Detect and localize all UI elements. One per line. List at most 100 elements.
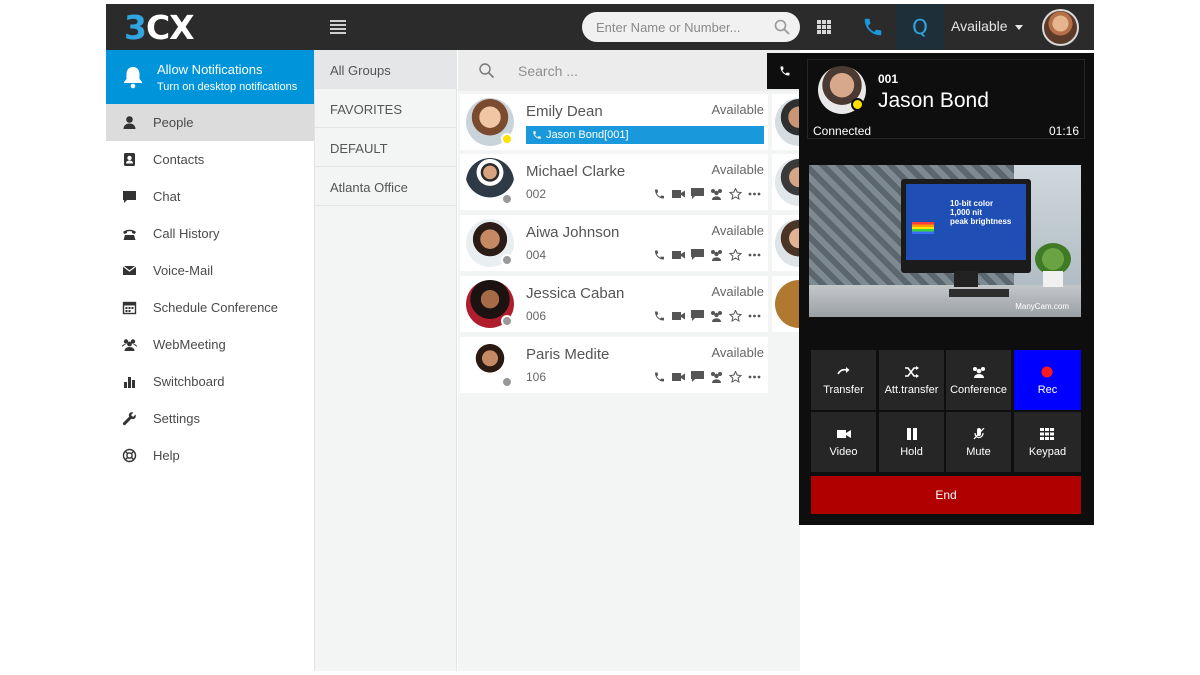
video-icon[interactable]	[672, 310, 685, 322]
call-state: Connected	[813, 124, 872, 138]
contacts-search-input[interactable]	[518, 60, 718, 82]
chat-icon[interactable]	[691, 188, 704, 200]
shuffle-icon	[905, 366, 919, 378]
star-icon[interactable]	[729, 310, 742, 322]
contact-name: Michael Clarke	[526, 163, 626, 180]
phone-icon	[780, 66, 790, 76]
active-call-label: Jason Bond[001]	[546, 129, 629, 141]
contacts-icon	[124, 153, 135, 166]
keypad-button[interactable]: Keypad	[1014, 412, 1081, 472]
group-icon[interactable]	[710, 310, 723, 322]
contact-card[interactable]: Jessica Caban 006 Available	[460, 276, 768, 332]
hold-button[interactable]: Hold	[879, 412, 944, 472]
menu-toggle-icon[interactable]	[330, 18, 346, 36]
contact-extension: 002	[526, 187, 547, 201]
more-icon[interactable]	[748, 371, 761, 383]
notification-subtitle: Turn on desktop notifications	[157, 81, 298, 93]
sidebar-item-label: Switchboard	[153, 374, 225, 389]
chat-icon[interactable]	[691, 249, 704, 261]
group-label: Atlanta Office	[330, 180, 408, 195]
presence-dot	[501, 254, 513, 266]
active-call-panel: 001 Jason Bond Connected 01:16 10-bit co…	[767, 53, 1094, 525]
call-panel-tab[interactable]	[767, 53, 805, 89]
star-icon[interactable]	[729, 371, 742, 383]
chevron-down-icon[interactable]	[1015, 25, 1023, 30]
sidebar-item-voice-mail[interactable]: Voice-Mail	[106, 252, 314, 289]
contact-card[interactable]: Paris Medite 106 Available	[460, 337, 768, 393]
conference-button[interactable]: Conference	[946, 350, 1011, 410]
wrench-icon	[122, 412, 136, 426]
top-bar: 3 CX Q Available	[106, 4, 1094, 50]
end-call-button[interactable]: End	[811, 476, 1081, 514]
record-button[interactable]: Rec	[1014, 350, 1081, 410]
conference-icon	[973, 367, 985, 378]
sidebar-item-label: Settings	[153, 411, 200, 426]
chat-icon[interactable]	[691, 371, 704, 383]
sidebar-item-switchboard[interactable]: Switchboard	[106, 363, 314, 400]
group-favorites[interactable]: FAVORITES	[315, 89, 457, 128]
sidebar-item-webmeeting[interactable]: WebMeeting	[106, 326, 314, 363]
logo: 3 CX	[124, 8, 195, 47]
contact-card[interactable]: Michael Clarke 002 Available	[460, 154, 768, 210]
video-icon[interactable]	[672, 188, 685, 200]
video-icon[interactable]	[672, 249, 685, 261]
allow-notifications-banner[interactable]: Allow Notifications Turn on desktop noti…	[106, 50, 314, 104]
star-icon[interactable]	[729, 188, 742, 200]
video-button[interactable]: Video	[811, 412, 876, 472]
contact-extension: 106	[526, 370, 547, 384]
mute-button[interactable]: Mute	[946, 412, 1011, 472]
sidebar-item-label: Contacts	[153, 152, 205, 167]
keypad-label: Keypad	[1028, 446, 1067, 458]
contact-card[interactable]	[772, 276, 800, 332]
group-label: FAVORITES	[330, 102, 402, 117]
sidebar-item-settings[interactable]: Settings	[106, 400, 314, 437]
sidebar-item-schedule-conference[interactable]: Schedule Conference	[106, 289, 314, 326]
presence-dot	[501, 376, 513, 388]
star-icon[interactable]	[729, 249, 742, 261]
sidebar-item-people[interactable]: People	[106, 104, 314, 141]
contact-name: Paris Medite	[526, 346, 610, 363]
call-icon[interactable]	[653, 310, 666, 322]
group-icon[interactable]	[710, 249, 723, 261]
queue-button[interactable]: Q	[896, 4, 944, 50]
contact-card[interactable]: Aiwa Johnson 004 Available	[460, 215, 768, 271]
att-transfer-button[interactable]: Att.transfer	[879, 350, 944, 410]
group-atlanta-office[interactable]: Atlanta Office	[315, 167, 457, 206]
sidebar-item-help[interactable]: Help	[106, 437, 314, 474]
apps-grid-icon[interactable]	[817, 20, 831, 34]
more-icon[interactable]	[748, 249, 761, 261]
phone-icon[interactable]	[862, 16, 884, 38]
call-icon[interactable]	[653, 188, 666, 200]
more-icon[interactable]	[748, 188, 761, 200]
chat-icon[interactable]	[691, 310, 704, 322]
group-icon[interactable]	[710, 371, 723, 383]
sidebar-item-call-history[interactable]: Call History	[106, 215, 314, 252]
global-search-input[interactable]	[582, 12, 800, 42]
sidebar-item-contacts[interactable]: Contacts	[106, 141, 314, 178]
group-icon[interactable]	[710, 188, 723, 200]
user-avatar[interactable]	[1042, 9, 1079, 46]
bar-chart-icon	[124, 377, 135, 388]
contact-status: Available	[711, 102, 764, 117]
contact-card[interactable]	[772, 94, 800, 150]
search-icon[interactable]	[773, 18, 791, 36]
active-call-bar[interactable]: Jason Bond[001]	[526, 126, 764, 144]
presence-status-dropdown[interactable]: Available	[951, 18, 1008, 34]
voicemail-icon	[122, 265, 137, 275]
group-label: All Groups	[330, 63, 391, 78]
video-screen-text: 10-bit color 1,000 nit peak brightness	[950, 199, 1012, 226]
sidebar-item-chat[interactable]: Chat	[106, 178, 314, 215]
group-default[interactable]: DEFAULT	[315, 128, 457, 167]
contact-card[interactable]	[772, 154, 800, 210]
contact-card[interactable]: Emily Dean Available Jason Bond[001]	[460, 94, 768, 150]
contact-card[interactable]	[772, 215, 800, 271]
transfer-button[interactable]: Transfer	[811, 350, 876, 410]
video-icon[interactable]	[672, 371, 685, 383]
more-icon[interactable]	[748, 310, 761, 322]
call-icon[interactable]	[653, 249, 666, 261]
keypad-icon	[1040, 428, 1054, 440]
lifebuoy-icon	[122, 448, 137, 463]
call-icon[interactable]	[653, 371, 666, 383]
group-all-groups[interactable]: All Groups	[315, 50, 457, 89]
contact-actions	[653, 188, 761, 200]
